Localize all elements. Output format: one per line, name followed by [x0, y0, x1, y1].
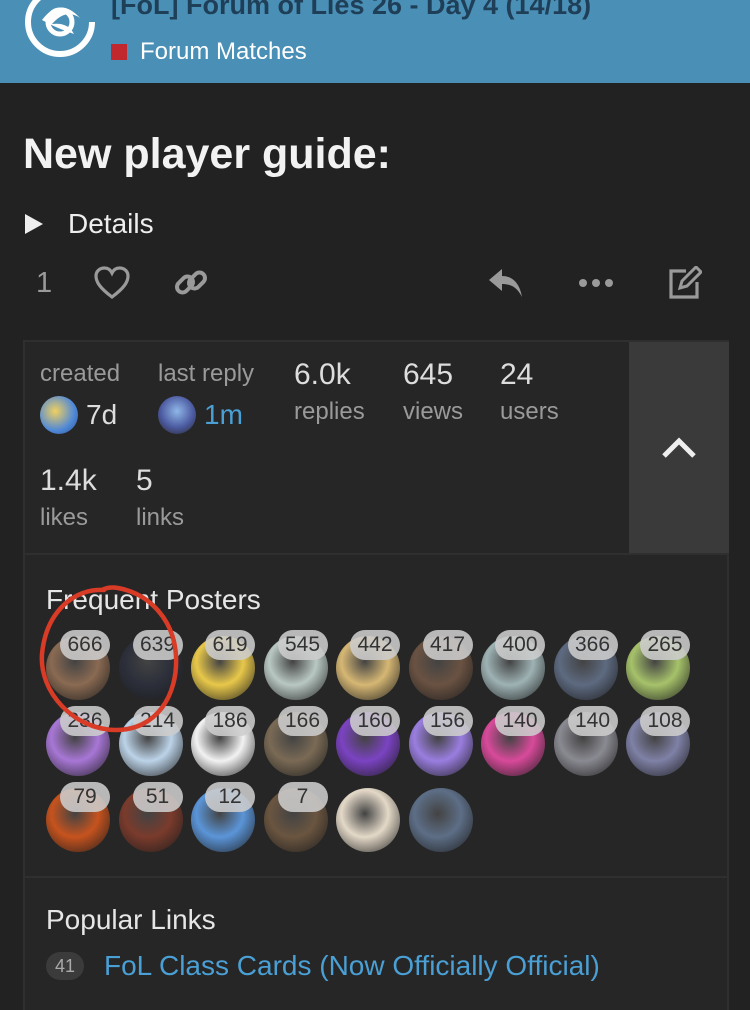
views-count: 645 — [403, 358, 454, 391]
category-link[interactable]: Forum Matches — [111, 38, 307, 66]
topic-header: [FoL] Forum of Lies 26 - Day 4 (14/18) F… — [0, 0, 750, 83]
share-link-button[interactable] — [172, 258, 210, 308]
post-count-badge: 108 — [640, 706, 690, 736]
disclosure-triangle-icon — [25, 214, 43, 234]
last-reply-stat: last reply 1m — [158, 360, 254, 434]
topic-map: created 7d last reply 1m 6.0k replies 64… — [23, 340, 729, 1010]
post-count-badge: 140 — [495, 706, 545, 736]
chevron-up-icon — [662, 436, 696, 458]
reply-icon — [489, 269, 522, 297]
post-count-badge: 265 — [640, 630, 690, 660]
edit-button[interactable] — [664, 258, 704, 308]
site-logo[interactable] — [22, 0, 98, 60]
post-heading: New player guide: — [23, 130, 391, 178]
post-count-badge: 619 — [205, 630, 255, 660]
divider — [25, 876, 727, 878]
post-count-badge: 214 — [132, 706, 183, 736]
poster-avatar[interactable] — [408, 788, 473, 852]
reply-button[interactable] — [486, 258, 526, 308]
replies-label: replies — [294, 398, 365, 425]
edit-icon — [669, 266, 702, 299]
links-label: links — [136, 504, 185, 531]
link-icon — [175, 270, 207, 295]
views-stat: 645 views — [403, 358, 463, 426]
topic-map-collapse-button[interactable] — [629, 342, 729, 553]
post-count-badge: 12 — [205, 782, 255, 812]
created-label: created — [40, 360, 121, 387]
replies-stat: 6.0k replies — [294, 358, 365, 426]
post-count-badge: 160 — [350, 706, 400, 736]
likes-count: 1.4k — [40, 464, 97, 497]
popular-links-title: Popular Links — [46, 904, 216, 935]
users-label: users — [500, 398, 559, 425]
last-reply-label: last reply — [158, 360, 255, 387]
more-icon — [579, 279, 613, 287]
likes-label: likes — [40, 504, 89, 531]
post-count-badge: 186 — [205, 706, 255, 736]
post-count-badge: 166 — [277, 706, 328, 736]
last-replier-avatar[interactable] — [158, 396, 196, 434]
details-label: Details — [68, 208, 154, 239]
post-count-badge: 7 — [277, 782, 328, 812]
replies-count: 6.0k — [294, 358, 351, 391]
category-label: Forum Matches — [140, 38, 307, 65]
created-value: 7d — [86, 399, 118, 430]
divider — [25, 553, 727, 555]
heart-icon — [94, 266, 130, 300]
post-count-badge: 236 — [60, 706, 110, 736]
more-button[interactable] — [574, 258, 618, 308]
popular-link-item[interactable]: 41 FoL Class Cards (Now Officially Offic… — [46, 950, 600, 982]
post-count-badge: 442 — [350, 630, 400, 660]
users-stat: 24 users — [500, 358, 559, 426]
post-count-badge: 51 — [132, 782, 183, 812]
details-toggle[interactable]: Details — [25, 208, 154, 240]
post-count-badge: 666 — [60, 630, 110, 660]
popular-link-title[interactable]: FoL Class Cards (Now Officially Official… — [104, 950, 600, 982]
post-count-badge: 400 — [495, 630, 545, 660]
creator-avatar[interactable] — [40, 396, 78, 434]
post-count-badge: 79 — [60, 782, 110, 812]
likes-stat: 1.4k likes — [40, 464, 97, 532]
post-count-badge: 156 — [422, 706, 473, 736]
views-label: views — [403, 398, 464, 425]
poster-avatar[interactable] — [336, 788, 400, 852]
post-actions: 1 — [0, 258, 750, 308]
post-count-badge: 366 — [567, 630, 618, 660]
frequent-posters-title: Frequent Posters — [46, 584, 261, 615]
post-count-badge: 417 — [422, 630, 473, 660]
like-count[interactable]: 1 — [36, 258, 52, 308]
like-button[interactable] — [92, 258, 132, 308]
topic-stats: created 7d last reply 1m 6.0k replies 64… — [25, 342, 629, 555]
post-count-badge: 639 — [132, 630, 183, 660]
users-count: 24 — [500, 358, 534, 391]
link-click-count: 41 — [46, 952, 84, 980]
created-stat: created 7d — [40, 360, 120, 434]
topic-title[interactable]: [FoL] Forum of Lies 26 - Day 4 (14/18) — [111, 0, 591, 21]
category-color-swatch — [111, 44, 127, 60]
post-count-badge: 545 — [277, 630, 328, 660]
links-count: 5 — [136, 464, 153, 497]
post-count-badge: 140 — [567, 706, 618, 736]
links-stat: 5 links — [136, 464, 184, 532]
last-reply-value[interactable]: 1m — [204, 399, 243, 431]
